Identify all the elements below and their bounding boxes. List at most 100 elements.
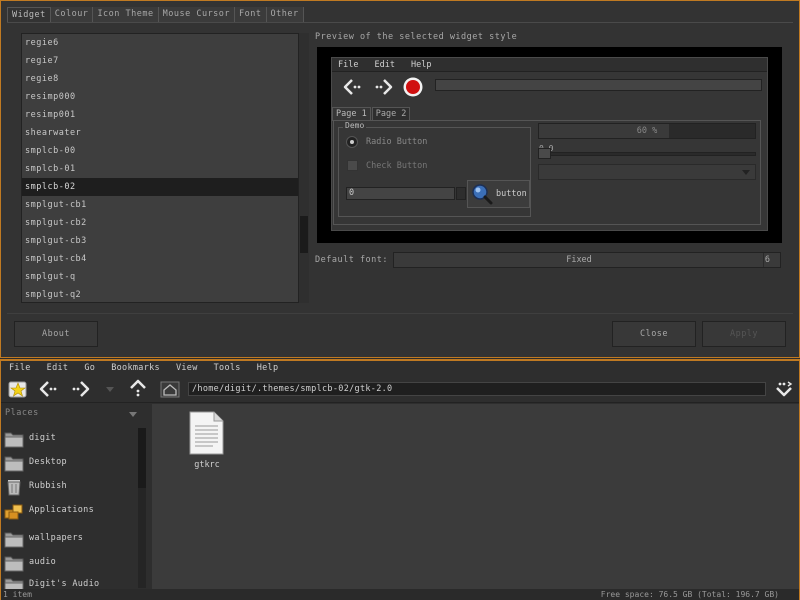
combo-box[interactable] — [538, 164, 756, 180]
preview-label: Preview of the selected widget style — [315, 32, 518, 42]
demo-frame: Demo Radio Button Check Button 0 button — [338, 121, 531, 217]
chevron-down-icon — [742, 170, 750, 175]
list-item[interactable]: smplcb-00 — [22, 142, 298, 160]
scale-slider-knob[interactable] — [538, 148, 551, 159]
places-sidebar: Places digit Desktop Rubbish Application… — [1, 404, 151, 589]
theme-config-window: Widget Colour Icon Theme Mouse Cursor Fo… — [0, 0, 800, 358]
sidebar-scroll-thumb[interactable] — [138, 428, 146, 488]
file-manager-window: File Edit Go Bookmarks View Tools Help /… — [0, 359, 800, 600]
list-item-selected[interactable]: smplcb-02 — [22, 178, 298, 196]
font-picker-button[interactable]: Fixed 6 — [393, 252, 781, 268]
up-arrow-icon[interactable] — [127, 378, 149, 400]
radio-button[interactable] — [346, 136, 358, 148]
place-item[interactable]: audio — [1, 552, 137, 574]
theme-list-scroll-thumb[interactable] — [300, 216, 308, 253]
back-arrow-icon[interactable] — [342, 76, 364, 98]
fm-menu-edit[interactable]: Edit — [39, 361, 77, 375]
applications-icon — [4, 504, 23, 520]
radio-button-label[interactable]: Radio Button — [366, 137, 427, 147]
list-item[interactable]: regie6 — [22, 34, 298, 52]
preview-menu-file[interactable]: File — [332, 58, 368, 71]
place-label: Applications — [29, 505, 95, 515]
file-view[interactable]: gtkrc — [152, 404, 799, 589]
theme-list-scrollbar[interactable] — [299, 33, 309, 303]
back-arrow-icon[interactable] — [38, 378, 60, 400]
folder-icon — [4, 532, 24, 548]
list-item[interactable]: smplgut-q2 — [22, 286, 298, 302]
location-path-input[interactable]: /home/digit/.themes/smplcb-02/gtk-2.0 — [188, 382, 766, 396]
fm-menu-help[interactable]: Help — [249, 361, 287, 375]
tab-colour[interactable]: Colour — [50, 7, 94, 23]
spin-button-arrows[interactable] — [456, 187, 466, 200]
progress-bar: 60 % — [538, 123, 756, 139]
place-item[interactable]: Digit's Audio — [1, 574, 137, 589]
fm-menu-bookmarks[interactable]: Bookmarks — [103, 361, 168, 375]
demo-button-label: button — [496, 189, 527, 199]
preview-menu-help[interactable]: Help — [405, 58, 441, 71]
list-item[interactable]: regie8 — [22, 70, 298, 88]
list-item[interactable]: smplgut-cb1 — [22, 196, 298, 214]
list-item[interactable]: regie7 — [22, 52, 298, 70]
place-item[interactable]: digit — [1, 428, 137, 450]
list-item[interactable]: smplgut-q — [22, 268, 298, 286]
apply-button[interactable]: Apply — [702, 321, 786, 347]
go-jump-icon[interactable] — [773, 378, 795, 400]
place-item[interactable]: wallpapers — [1, 528, 137, 550]
list-item[interactable]: smplcb-01 — [22, 160, 298, 178]
demo-frame-label: Demo — [343, 121, 367, 130]
scale-trough[interactable] — [538, 152, 756, 156]
preview-tabs: Page 1 Page 2 — [332, 107, 411, 121]
place-label: Rubbish — [29, 481, 67, 491]
check-button-label[interactable]: Check Button — [366, 161, 427, 171]
fm-toolbar: /home/digit/.themes/smplcb-02/gtk-2.0 — [1, 375, 799, 403]
preview-text-entry[interactable] — [435, 79, 762, 91]
fm-menu-view[interactable]: View — [168, 361, 206, 375]
list-item[interactable]: smplgut-cb2 — [22, 214, 298, 232]
preview-frame: File Edit Help Page 1 Page 2 Demo Radio … — [317, 47, 782, 243]
tab-mouse-cursor[interactable]: Mouse Cursor — [158, 7, 236, 23]
list-item[interactable]: smplgut-cb4 — [22, 250, 298, 268]
check-button[interactable] — [347, 160, 358, 171]
about-button[interactable]: About — [14, 321, 98, 347]
place-item[interactable]: Rubbish — [1, 476, 137, 498]
list-item[interactable]: shearwater — [22, 124, 298, 142]
tab-divider — [7, 22, 793, 23]
new-tab-star-icon[interactable] — [7, 378, 29, 400]
preview-tab-page-2[interactable]: Page 2 — [371, 107, 411, 121]
history-dropdown-icon[interactable] — [99, 378, 121, 400]
fm-menu-tools[interactable]: Tools — [206, 361, 249, 375]
stop-icon[interactable] — [402, 76, 424, 98]
home-icon[interactable] — [159, 378, 181, 400]
folder-icon — [4, 556, 24, 572]
preview-tab-page-1[interactable]: Page 1 — [332, 107, 371, 121]
status-item-count: 1 item — [3, 590, 32, 599]
folder-icon — [4, 432, 24, 448]
place-item[interactable]: Desktop — [1, 452, 137, 474]
theme-list[interactable]: regie6 regie7 regie8 resimp000 resimp001… — [21, 33, 299, 303]
tab-icon-theme[interactable]: Icon Theme — [93, 7, 159, 23]
fm-menu-file[interactable]: File — [1, 361, 39, 375]
fm-menu-go[interactable]: Go — [76, 361, 103, 375]
place-item[interactable]: Applications — [1, 500, 137, 522]
preview-tab-panel: Demo Radio Button Check Button 0 button — [333, 120, 761, 225]
forward-arrow-icon[interactable] — [69, 378, 91, 400]
list-item[interactable]: resimp001 — [22, 106, 298, 124]
tab-other[interactable]: Other — [266, 7, 304, 23]
tab-widget[interactable]: Widget — [7, 7, 51, 23]
spin-button-input[interactable]: 0 — [346, 187, 455, 200]
trash-icon — [7, 480, 21, 496]
tab-font[interactable]: Font — [235, 7, 267, 23]
demo-button[interactable]: button — [467, 180, 530, 208]
place-label: Desktop — [29, 457, 67, 467]
close-button[interactable]: Close — [612, 321, 696, 347]
status-free-space: Free space: 76.5 GB (Total: 196.7 GB) — [600, 590, 779, 599]
text-file-icon — [189, 411, 224, 455]
progress-text: 60 % — [636, 126, 658, 136]
folder-icon — [4, 578, 24, 589]
chevron-down-icon[interactable] — [129, 412, 137, 417]
list-item[interactable]: smplgut-cb3 — [22, 232, 298, 250]
list-item[interactable]: resimp000 — [22, 88, 298, 106]
preview-menu-edit[interactable]: Edit — [368, 58, 404, 71]
place-label: audio — [29, 557, 57, 567]
forward-arrow-icon[interactable] — [372, 76, 394, 98]
